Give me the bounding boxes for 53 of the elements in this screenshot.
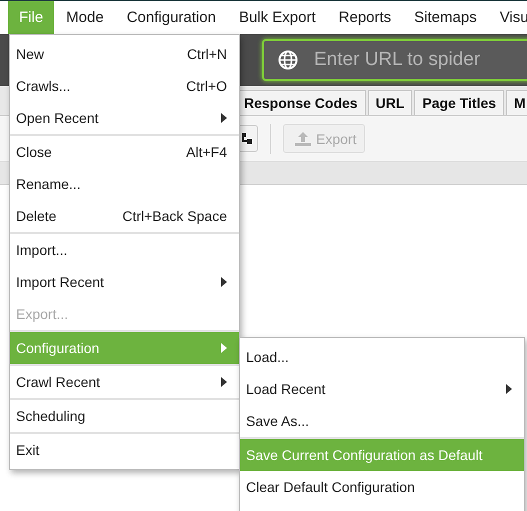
- submenu-arrow-icon: [506, 384, 512, 394]
- submenu-arrow-icon: [221, 277, 227, 287]
- submenu-arrow-icon: [221, 343, 227, 353]
- menu-bar-item[interactable]: Reports: [328, 1, 402, 34]
- shortcut-label: Ctrl+O: [186, 78, 227, 94]
- menu-item-label: Save As...: [246, 413, 310, 429]
- menu-item-label: New: [16, 46, 46, 62]
- shortcut-label: Ctrl+Back Space: [122, 208, 227, 224]
- menu-item-label: Configuration: [16, 340, 100, 356]
- menu-item[interactable]: Load...: [240, 341, 524, 373]
- menu-item[interactable]: Crawls... Ctrl+O: [10, 70, 239, 102]
- menu-item[interactable]: Rename...: [10, 168, 239, 200]
- menu-item-label: Import Recent: [16, 274, 105, 290]
- menu-item-label: Export...: [16, 306, 70, 322]
- url-field[interactable]: Enter URL to spider: [262, 39, 527, 81]
- menu-item[interactable]: Exit: [10, 434, 239, 466]
- menu-item[interactable]: New Ctrl+N: [10, 38, 239, 70]
- menu-item-label: Rename...: [16, 176, 82, 192]
- menu-item[interactable]: Import Recent: [10, 266, 239, 298]
- menu-item-label: Crawl Recent: [16, 374, 102, 390]
- menu-bar-item[interactable]: Configuration: [116, 1, 227, 34]
- shortcut-label: Ctrl+N: [186, 46, 227, 62]
- menu-item-label: Save Current Configuration as Default: [246, 447, 484, 463]
- upload-icon: [294, 130, 312, 146]
- menu-item[interactable]: Open Recent: [10, 102, 239, 134]
- tab[interactable]: URL: [368, 90, 412, 115]
- submenu-arrow-icon: [221, 113, 227, 123]
- menu-item-label: Load...: [246, 349, 290, 365]
- menu-item[interactable]: Clear Default Configuration: [240, 471, 524, 503]
- menu-item[interactable]: Crawl Recent: [10, 366, 239, 398]
- menu-item[interactable]: Close Alt+F4: [10, 136, 239, 168]
- tab[interactable]: M: [506, 90, 527, 115]
- menu-item-label: Clear Default Configuration: [246, 479, 416, 495]
- submenu-arrow-icon: [221, 377, 227, 387]
- menu-item-label: Crawls...: [16, 78, 72, 94]
- menu-item-label: Delete: [16, 208, 58, 224]
- menu-item-label: Exit: [16, 442, 40, 458]
- tab[interactable]: Page Titles: [414, 90, 504, 115]
- menu-item[interactable]: Load Recent: [240, 373, 524, 405]
- menu-bar-item[interactable]: Mode: [55, 1, 115, 34]
- menu-item-label: Open Recent: [16, 110, 100, 126]
- shortcut-label: Alt+F4: [186, 144, 227, 160]
- menu-item-label: Import...: [16, 242, 68, 258]
- hierarchy-icon: [241, 132, 253, 144]
- menu-item-label: Load Recent: [246, 381, 326, 397]
- menu-item[interactable]: Scheduling: [10, 400, 239, 432]
- menu-item-label: Close: [16, 144, 53, 160]
- menu-item[interactable]: Save As...: [240, 405, 524, 437]
- menu-bar-item[interactable]: Sitemaps: [403, 1, 488, 34]
- menu-item[interactable]: Import...: [10, 234, 239, 266]
- menu-bar-item[interactable]: Bulk Export: [228, 1, 327, 34]
- menu-item-label: Scheduling: [16, 408, 86, 424]
- menu-item[interactable]: Delete Ctrl+Back Space: [10, 200, 239, 232]
